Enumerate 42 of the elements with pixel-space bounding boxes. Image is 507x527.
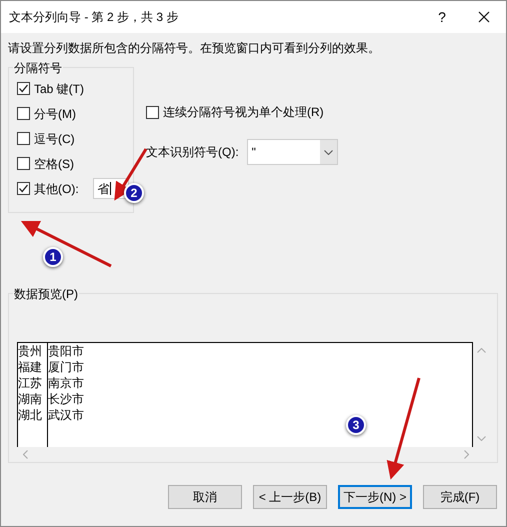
- dialog-button[interactable]: 完成(F): [423, 485, 497, 509]
- scroll-left-icon: [23, 450, 28, 458]
- preview-cell-text: 江苏: [18, 375, 43, 391]
- preview-cell: 武汉市: [48, 407, 84, 423]
- dialog-button[interactable]: 下一步(N) >: [338, 485, 412, 509]
- preview-cell: 长沙市: [48, 391, 84, 407]
- qualifier-dropdown[interactable]: ": [246, 139, 338, 165]
- preview-cell-text: 贵州: [18, 343, 43, 359]
- window-title: 文本分列向导 - 第 2 步，共 3 步: [9, 9, 180, 26]
- checkbox[interactable]: [17, 157, 30, 170]
- group-title: 分隔符号: [13, 59, 63, 77]
- chevron-down-icon: [324, 150, 333, 154]
- qualifier-label: 文本识别符号(Q):: [146, 144, 239, 161]
- checkbox[interactable]: [17, 182, 30, 195]
- preview-cell-text: 湖北: [18, 407, 43, 423]
- step-badge: 2: [124, 183, 144, 203]
- checkbox[interactable]: [17, 107, 30, 120]
- step-badge: 1: [43, 247, 63, 267]
- checkbox-label[interactable]: 分号(M): [34, 104, 76, 122]
- preview-cell: 南京市: [48, 375, 84, 391]
- scroll-right-icon: [464, 450, 469, 458]
- checkbox[interactable]: [146, 106, 159, 118]
- preview-cell-text: 福建: [18, 359, 43, 375]
- scroll-down-icon: [476, 436, 486, 441]
- close-icon: [478, 11, 490, 23]
- checkbox[interactable]: [17, 132, 30, 145]
- instruction-text: 请设置分列数据所包含的分隔符号。在预览窗口内可看到分列的效果。: [8, 40, 381, 57]
- checkbox-label[interactable]: 空格(S): [34, 154, 74, 172]
- group-title: 数据预览(P): [13, 285, 79, 303]
- checkbox-label[interactable]: 逗号(C): [34, 130, 75, 148]
- checkbox[interactable]: [17, 82, 30, 95]
- dialog-button[interactable]: < 上一步(B): [253, 485, 327, 509]
- checkbox-label[interactable]: Tab 键(T): [34, 80, 84, 98]
- checkbox-label[interactable]: 其他(O):: [34, 180, 79, 198]
- annotation-arrow: [114, 148, 148, 201]
- checkbox-label[interactable]: 连续分隔符号视为单个处理(R): [163, 103, 324, 121]
- scroll-up-icon: [476, 348, 486, 353]
- preview-cell: 贵阳市: [48, 343, 84, 359]
- dialog-button[interactable]: 取消: [168, 485, 242, 509]
- preview-cell-text: 湖南: [18, 391, 43, 407]
- preview-cell: 厦门市: [48, 359, 84, 375]
- help-button[interactable]: ?: [422, 6, 462, 28]
